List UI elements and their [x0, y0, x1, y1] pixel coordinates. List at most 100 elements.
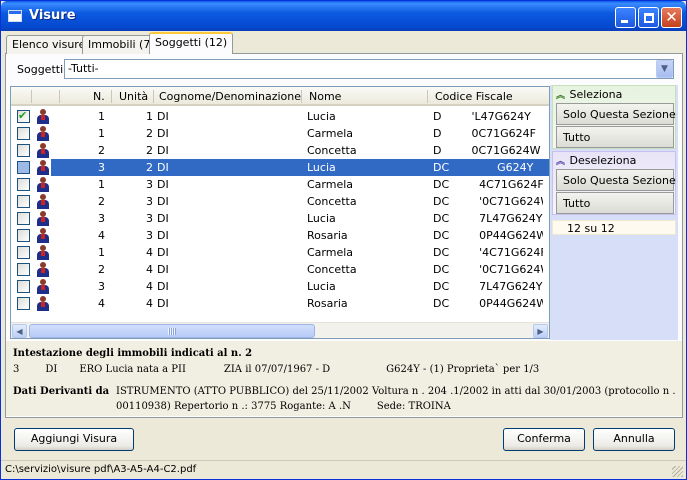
detail-source-line-2: 00110938) Repertorio n .: 3775 Rogante: …: [116, 401, 451, 412]
table-row[interactable]: 2 2 DI Concetta D 0C71G624W: [11, 142, 549, 159]
cell-nome: Carmela: [307, 178, 354, 191]
resize-grip-icon[interactable]: [672, 466, 683, 477]
chevron-down-icon[interactable]: ▼: [656, 60, 673, 78]
close-button[interactable]: ✕: [661, 7, 682, 28]
cell-n: 1: [98, 127, 105, 140]
table-row[interactable]: 1 4 DI Carmela DC '4C71G624F: [11, 244, 549, 261]
cell-codice-fiscale: DC G624Y: [433, 161, 534, 174]
cancel-button[interactable]: Annulla: [593, 428, 675, 451]
row-checkbox[interactable]: [17, 109, 30, 123]
cell-unita: 1: [146, 110, 153, 123]
cell-nome: Lucia: [307, 212, 336, 225]
cell-n: 1: [98, 110, 105, 123]
cell-n: 3: [98, 212, 105, 225]
cell-unita: 3: [146, 195, 153, 208]
row-checkbox[interactable]: [17, 144, 30, 157]
cell-codice-fiscale: DC 4C71G624F: [433, 178, 543, 191]
cell-n: 1: [98, 178, 105, 191]
cell-nome: Rosaria: [307, 297, 348, 310]
table-row[interactable]: 4 3 DI Rosaria DC 0P44G624W: [11, 227, 549, 244]
cell-cognome: DI: [157, 229, 169, 242]
selection-side-panel: ︽ Seleziona Solo Questa Sezione Tutto ︽ …: [550, 85, 678, 340]
table-row[interactable]: 2 4 DI Concetta DC'0C71G624W: [11, 261, 549, 278]
row-checkbox[interactable]: [17, 263, 30, 276]
row-checkbox[interactable]: [17, 280, 30, 293]
grid-header: N. Unità Cognome/Denominazione Nome Codi…: [11, 87, 549, 106]
row-checkbox[interactable]: [17, 212, 30, 225]
row-checkbox[interactable]: [17, 297, 30, 310]
row-checkbox[interactable]: [17, 246, 30, 259]
cell-unita: 3: [146, 212, 153, 225]
add-visura-button[interactable]: Aggiungi Visura: [14, 428, 134, 451]
row-checkbox[interactable]: [17, 195, 30, 208]
person-icon: [37, 160, 49, 175]
seleziona-header[interactable]: ︽ Seleziona: [556, 88, 622, 101]
cell-unita: 4: [146, 246, 153, 259]
person-icon: [37, 211, 49, 226]
detail-panel: Intestazione degli immobili indicati al …: [6, 341, 682, 416]
deselect-section-button[interactable]: Solo Questa Sezione: [556, 169, 676, 191]
maximize-icon: [644, 13, 654, 23]
horizontal-scrollbar[interactable]: ◀ ▶: [11, 322, 549, 338]
cell-unita: 2: [146, 161, 153, 174]
detail-source-line: ISTRUMENTO (ATTO PUBBLICO) del 25/11/200…: [116, 386, 676, 397]
deselect-all-button[interactable]: Tutto: [556, 192, 674, 214]
title-bar[interactable]: Visure ✕: [1, 1, 686, 31]
seleziona-label: Seleziona: [569, 88, 623, 101]
cell-nome: Lucia: [307, 280, 336, 293]
deseleziona-header[interactable]: ︽ Deseleziona: [556, 154, 636, 167]
chevron-up-icon: ︽: [556, 91, 566, 101]
soggetti-filter-select[interactable]: -Tutti- ▼: [64, 59, 674, 79]
cell-nome: Concetta: [307, 263, 357, 276]
cell-codice-fiscale: D 0C71G624F: [433, 127, 537, 140]
cell-n: 3: [98, 161, 105, 174]
tab-soggetti[interactable]: Soggetti (12): [149, 32, 234, 54]
row-checkbox[interactable]: [17, 229, 30, 242]
column-header-n[interactable]: N.: [93, 90, 105, 103]
table-row[interactable]: 3 3 DI Lucia DC 7L47G624Y: [11, 210, 549, 227]
person-icon: [37, 262, 49, 277]
maximize-button[interactable]: [638, 7, 659, 28]
table-row[interactable]: 1 2 DI Carmela D 0C71G624F: [11, 125, 549, 142]
cell-cognome: DI: [157, 263, 169, 276]
table-row[interactable]: 1 1 DI Lucia D'L47G624Y: [11, 108, 549, 125]
column-header-codice-fiscale[interactable]: Codice Fiscale: [435, 90, 513, 103]
row-checkbox[interactable]: [17, 127, 30, 140]
table-row[interactable]: 4 4 DI Rosaria DC 0P44G624W: [11, 295, 549, 312]
minimize-button[interactable]: [615, 7, 636, 28]
deseleziona-section: ︽ Deseleziona Solo Questa Sezione Tutto: [552, 151, 676, 215]
cell-codice-fiscale: DC 7L47G624Y: [433, 280, 543, 293]
tab-elenco-visure[interactable]: Elenco visure: [6, 35, 92, 54]
column-header-nome[interactable]: Nome: [309, 90, 341, 103]
person-icon: [37, 279, 49, 294]
table-row[interactable]: 3 2 DI Lucia DC G624Y: [11, 159, 549, 176]
person-icon: [37, 109, 49, 124]
table-row[interactable]: 2 3 DI Concetta DC'0C71G624W: [11, 193, 549, 210]
window-title: Visure: [29, 8, 76, 23]
person-icon: [37, 177, 49, 192]
scroll-right-icon[interactable]: ▶: [533, 324, 548, 338]
person-icon: [37, 143, 49, 158]
cell-codice-fiscale: DC 0P44G624W: [433, 229, 543, 242]
column-header-cognome[interactable]: Cognome/Denominazione: [159, 90, 301, 103]
scroll-left-icon[interactable]: ◀: [12, 324, 27, 338]
cell-cognome: DI: [157, 280, 169, 293]
select-all-button[interactable]: Tutto: [556, 126, 674, 148]
cell-cognome: DI: [157, 144, 169, 157]
cell-unita: 4: [146, 263, 153, 276]
scrollbar-thumb[interactable]: [29, 324, 315, 338]
cell-unita: 3: [146, 229, 153, 242]
deseleziona-label: Deseleziona: [569, 154, 637, 167]
confirm-button[interactable]: Conferma: [503, 428, 585, 451]
cell-cognome: DI: [157, 246, 169, 259]
cell-codice-fiscale: DC'0C71G624W: [433, 195, 543, 208]
table-row[interactable]: 3 4 DI Lucia DC 7L47G624Y: [11, 278, 549, 295]
column-header-unita[interactable]: Unità: [119, 90, 148, 103]
row-checkbox[interactable]: [17, 161, 30, 174]
cell-cognome: DI: [157, 212, 169, 225]
cell-n: 2: [98, 195, 105, 208]
cell-n: 2: [98, 263, 105, 276]
row-checkbox[interactable]: [17, 178, 30, 191]
select-section-button[interactable]: Solo Questa Sezione: [556, 103, 676, 125]
table-row[interactable]: 1 3 DI Carmela DC 4C71G624F: [11, 176, 549, 193]
